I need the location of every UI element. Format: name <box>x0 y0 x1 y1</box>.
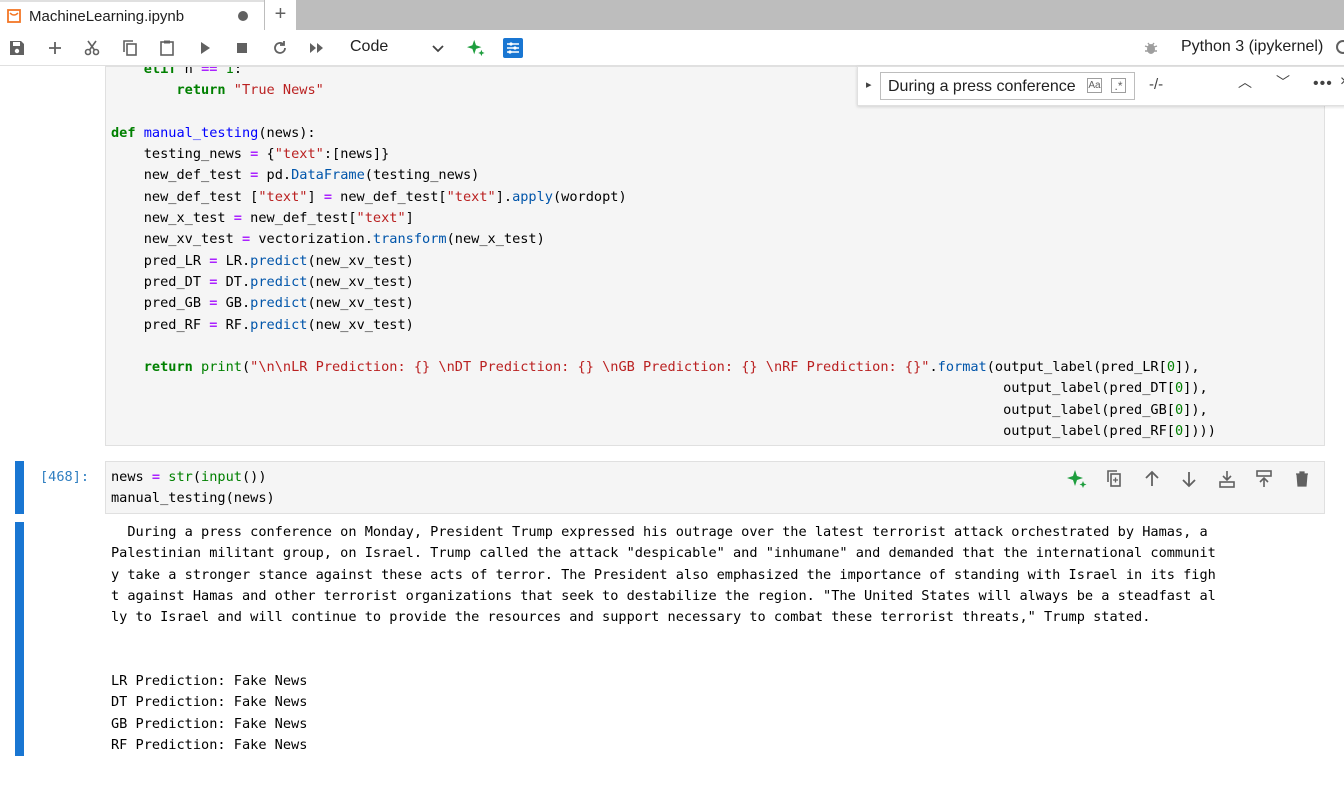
next-match-icon[interactable]: ﹀ <box>1276 72 1290 92</box>
paste-icon[interactable] <box>157 38 177 58</box>
run-icon[interactable] <box>195 38 215 58</box>
code-block-1: elif n == 1: return "True News" def manu… <box>111 66 1216 442</box>
code-line: new_def_test = pd.DataFrame(testing_news… <box>143 167 480 184</box>
cell-toolbar <box>1066 468 1316 490</box>
find-input[interactable]: During a press conference Aa .* <box>880 72 1135 100</box>
output-collapser[interactable] <box>15 522 24 756</box>
code-line: pred_LR = LR.predict(new_xv_test) <box>143 252 414 269</box>
bug-icon[interactable] <box>1141 38 1161 58</box>
code-line: output_label(pred_DT[0]), <box>1003 380 1208 397</box>
close-icon[interactable]: × <box>1340 73 1344 91</box>
code-line: new_x_test = new_def_test["text"] <box>143 210 414 227</box>
code-line: pred_GB = GB.predict(new_xv_test) <box>143 295 414 312</box>
notebook-tab[interactable]: MachineLearning.ipynb <box>0 0 264 30</box>
code-line: return "True News" <box>176 82 324 99</box>
code-line: manual_testing(news) <box>111 490 275 507</box>
property-inspector-icon[interactable] <box>503 38 523 58</box>
code-line: output_label(pred_GB[0]), <box>1003 401 1208 418</box>
duplicate-cell-icon[interactable] <box>1104 468 1126 490</box>
tab-title: MachineLearning.ipynb <box>29 8 185 25</box>
notebook-toolbar: Code Python 3 (ipykernel) <box>0 30 1344 66</box>
run-all-icon[interactable] <box>307 38 327 58</box>
code-cell-editor-1[interactable]: elif n == 1: return "True News" def manu… <box>105 66 1325 446</box>
move-down-icon[interactable] <box>1178 468 1200 490</box>
previous-match-icon[interactable]: ︿ <box>1238 72 1252 92</box>
tab-bar: MachineLearning.ipynb + <box>0 0 1344 30</box>
code-line: pred_RF = RF.predict(new_xv_test) <box>143 316 414 333</box>
copy-icon[interactable] <box>120 38 140 58</box>
chevron-down-icon[interactable] <box>430 40 446 56</box>
toggle-replace-icon[interactable]: ▸ <box>866 78 872 91</box>
unsaved-indicator-icon[interactable] <box>238 11 248 21</box>
code-line: news = str(input()) <box>111 469 267 485</box>
code-line: return print("\n\nLR Prediction: {} \nDT… <box>143 359 1200 376</box>
match-count: -/- <box>1149 76 1164 93</box>
more-options-icon[interactable]: ••• <box>1313 75 1333 93</box>
restart-icon[interactable] <box>270 38 290 58</box>
find-query: During a press conference <box>888 78 1076 95</box>
ai-sparkle-icon[interactable] <box>466 38 486 58</box>
find-replace-widget: ▸ During a press conference Aa .* -/- ︿ … <box>857 66 1344 106</box>
code-line: def manual_testing(news): <box>111 124 316 141</box>
code-line: pred_DT = DT.predict(new_xv_test) <box>143 273 414 290</box>
insert-above-icon[interactable] <box>1216 468 1238 490</box>
cell-collapser[interactable] <box>15 461 24 514</box>
move-up-icon[interactable] <box>1141 468 1163 490</box>
code-line: elif n == 1: <box>143 66 242 77</box>
insert-below-icon[interactable] <box>1253 468 1275 490</box>
code-line: new_def_test ["text"] = new_def_test["te… <box>143 188 627 205</box>
delete-cell-icon[interactable] <box>1291 468 1313 490</box>
code-block-2: news = str(input()) manual_testing(news) <box>111 467 275 510</box>
cut-icon[interactable] <box>82 38 102 58</box>
code-line: output_label(pred_RF[0]))) <box>1003 423 1216 440</box>
cell-type-select[interactable]: Code <box>350 38 388 56</box>
match-case-icon[interactable]: Aa <box>1087 78 1102 93</box>
save-icon[interactable] <box>7 38 27 58</box>
kernel-status-icon <box>1336 40 1344 54</box>
regex-icon[interactable]: .* <box>1111 78 1126 93</box>
code-line: new_xv_test = vectorization.transform(ne… <box>143 231 545 248</box>
execution-count: [468]: <box>40 469 90 485</box>
stop-icon[interactable] <box>232 38 252 58</box>
add-icon[interactable] <box>45 38 65 58</box>
ai-sparkle-icon[interactable] <box>1066 468 1088 490</box>
code-line: testing_news = {"text":[news]} <box>143 146 390 163</box>
cell-output: During a press conference on Monday, Pre… <box>111 522 1321 756</box>
new-tab-button[interactable]: + <box>264 0 296 30</box>
notebook-icon <box>7 9 21 23</box>
output-text: During a press conference on Monday, Pre… <box>111 524 1216 753</box>
kernel-name[interactable]: Python 3 (ipykernel) <box>1181 38 1323 56</box>
